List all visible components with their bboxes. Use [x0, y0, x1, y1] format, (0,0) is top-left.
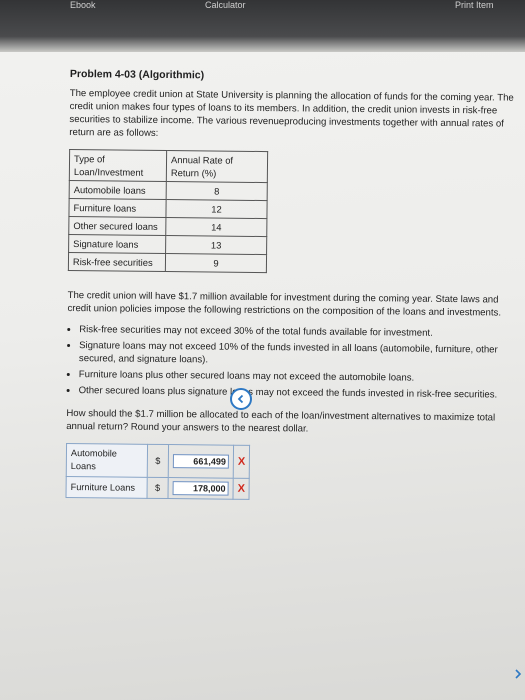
answer-row: Automobile Loans $ X [66, 443, 250, 479]
row-type: Other secured loans [68, 216, 166, 236]
answer-table: Automobile Loans $ X Furniture Loans $ X [65, 443, 250, 500]
incorrect-x-icon: X [232, 478, 250, 500]
answer-cell [168, 444, 234, 479]
incorrect-x-icon: X [233, 445, 250, 479]
row-type: Signature loans [68, 234, 166, 254]
header-type: Type of Loan/Investment [69, 149, 167, 182]
problem-content: Problem 4-03 (Algorithmic) The employee … [65, 68, 517, 503]
answer-row: Furniture Loans $ X [66, 476, 250, 500]
row-rate: 14 [165, 217, 267, 237]
row-type: Risk-free securities [68, 252, 166, 272]
answer-label: Furniture Loans [66, 476, 148, 499]
ebook-tab[interactable]: Ebook [70, 0, 96, 10]
answer-cell [167, 477, 234, 500]
row-type: Furniture loans [68, 198, 167, 218]
constraint-list: Risk-free securities may not exceed 30% … [67, 323, 516, 402]
table-header-row: Type of Loan/Investment Annual Rate of R… [69, 149, 268, 183]
constraint-item: Signature loans may not exceed 10% of th… [79, 339, 515, 370]
question-text: How should the $1.7 million be allocated… [66, 407, 496, 435]
table-row: Risk-free securities 9 [68, 252, 267, 273]
currency-symbol: $ [146, 477, 169, 499]
chevron-right-icon[interactable] [512, 668, 524, 680]
constraints-intro: The credit union will have $1.7 million … [67, 289, 502, 319]
calculator-tab[interactable]: Calculator [205, 0, 246, 10]
top-toolbar: Ebook Calculator Print Item [0, 0, 525, 52]
answer-label: Automobile Loans [66, 443, 148, 478]
row-type: Automobile loans [69, 180, 167, 200]
constraint-item: Other secured loans plus signature loans… [79, 384, 515, 402]
screen: Ebook Calculator Print Item Problem 4-03… [0, 0, 525, 700]
furniture-loans-input[interactable] [172, 481, 229, 496]
table-row: Signature loans 13 [68, 234, 267, 255]
problem-title: Problem 4-03 (Algorithmic) [69, 68, 205, 82]
problem-intro: The employee credit union at State Unive… [69, 87, 514, 139]
constraint-item: Risk-free securities may not exceed 30% … [79, 323, 515, 341]
chevron-left-icon [237, 394, 244, 404]
row-rate: 9 [165, 253, 267, 273]
table-row: Automobile loans 8 [69, 180, 268, 201]
rates-table: Type of Loan/Investment Annual Rate of R… [68, 149, 268, 273]
row-rate: 12 [165, 199, 268, 219]
currency-symbol: $ [147, 444, 169, 478]
table-row: Other secured loans 14 [68, 216, 267, 237]
table-row: Furniture loans 12 [68, 198, 268, 219]
header-rate: Annual Rate of Return (%) [166, 150, 268, 183]
row-rate: 8 [166, 181, 268, 201]
constraint-item: Furniture loans plus other secured loans… [79, 368, 515, 386]
collapse-toggle-button[interactable] [230, 388, 252, 410]
print-item-tab[interactable]: Print Item [455, 0, 494, 10]
row-rate: 13 [165, 235, 267, 255]
automobile-loans-input[interactable] [172, 454, 229, 469]
